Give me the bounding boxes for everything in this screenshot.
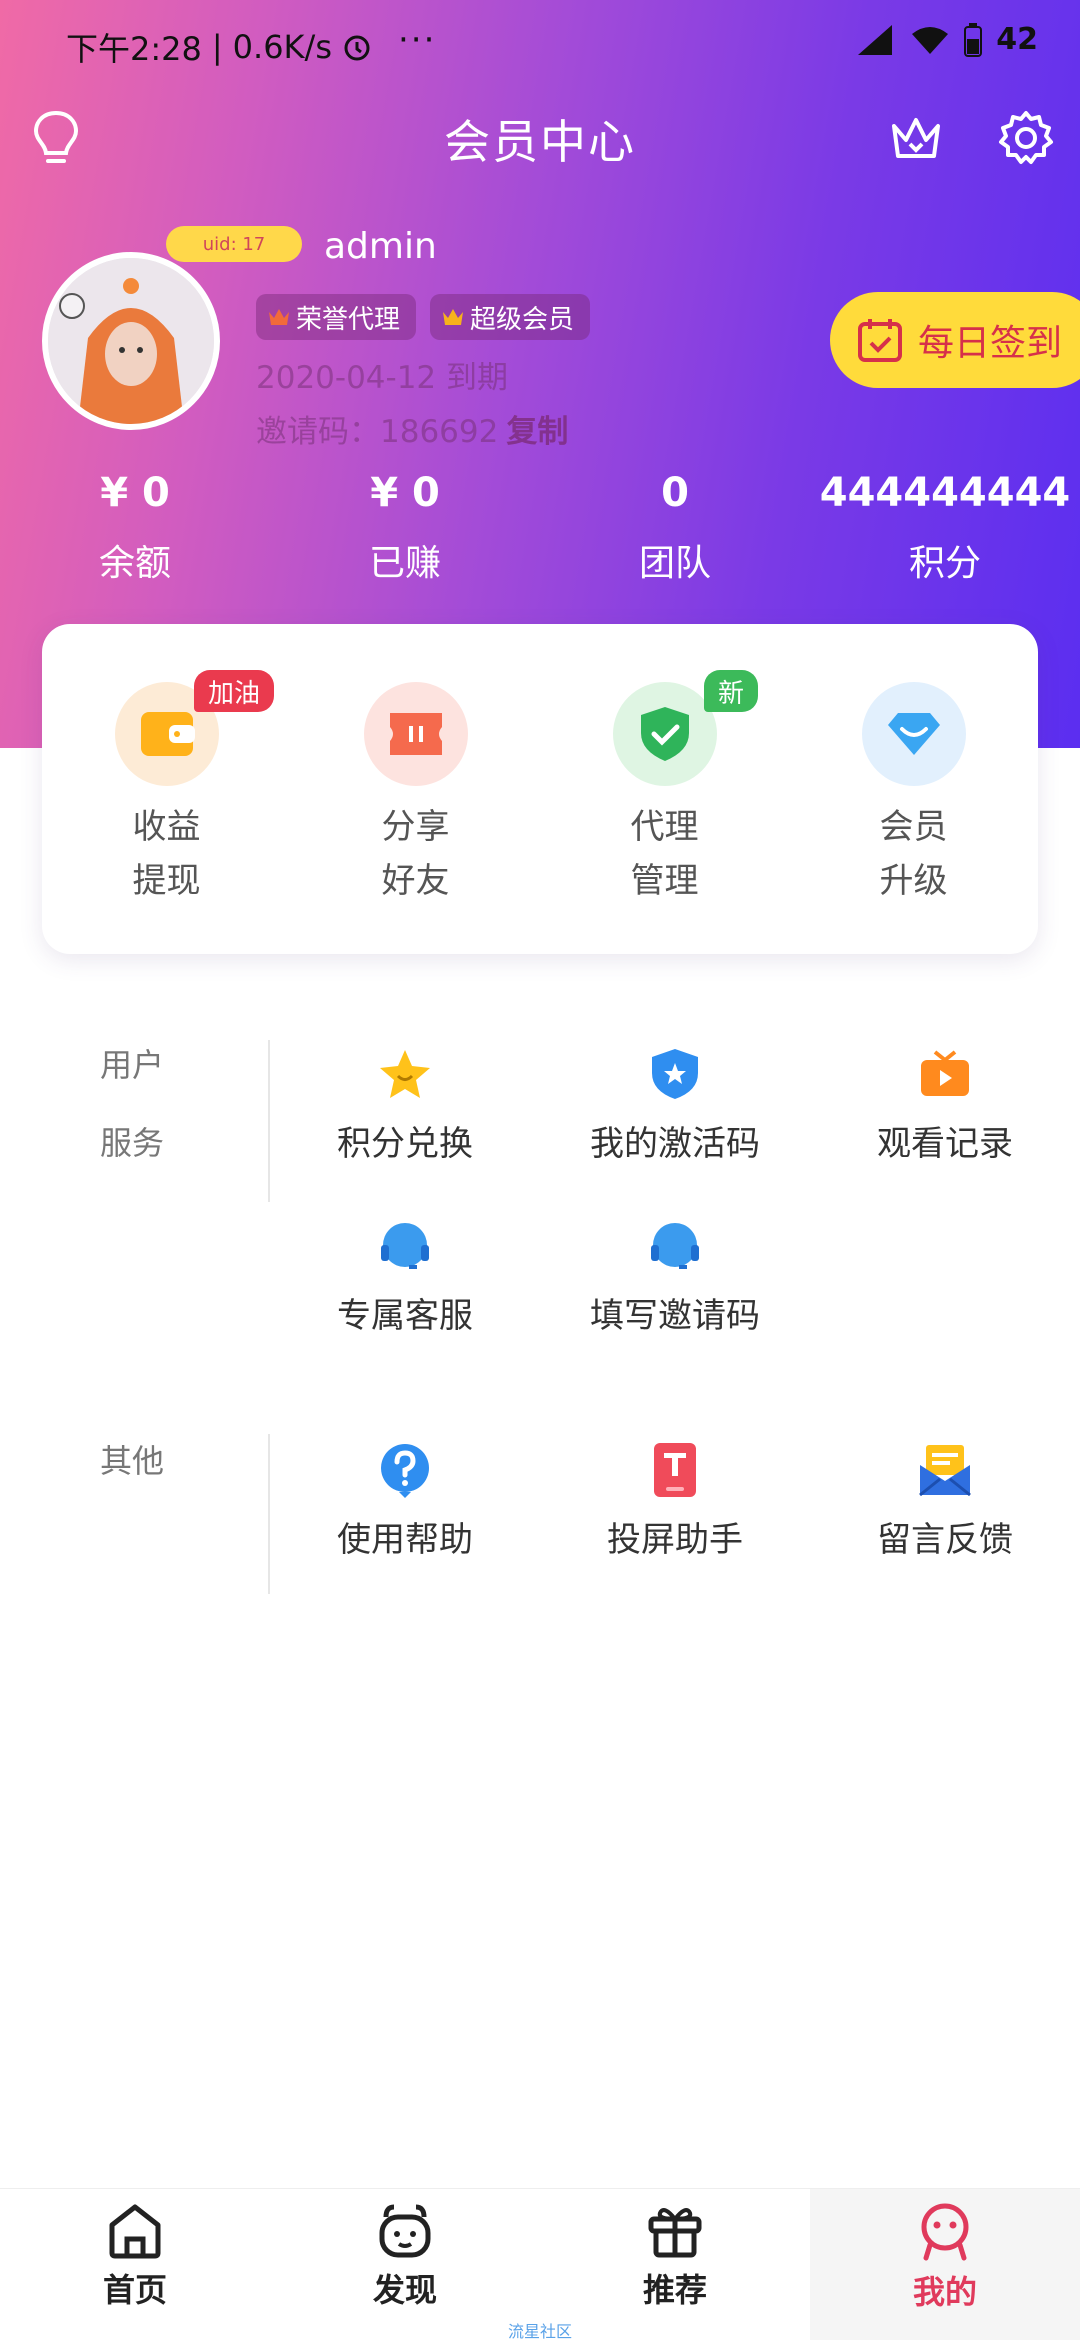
quick-withdraw[interactable]: 收益 提现 加油 bbox=[42, 670, 291, 954]
section-label: 其他 bbox=[100, 1442, 165, 1480]
quick-label: 分享 好友 bbox=[381, 807, 450, 901]
tag-label: 超级会员 bbox=[470, 304, 575, 335]
headset-icon bbox=[647, 1218, 703, 1274]
diamond-icon bbox=[861, 682, 966, 786]
quick-member-upgrade[interactable]: 会员 升级 bbox=[789, 682, 1038, 954]
stat-label: 积分 bbox=[908, 543, 981, 584]
grid-label: 观看记录 bbox=[877, 1124, 1013, 1164]
quick-label: 会员 升级 bbox=[879, 807, 948, 901]
badge-new: 新 bbox=[704, 670, 759, 712]
stat-value: 444444444 bbox=[819, 470, 1071, 516]
crown-small-icon bbox=[443, 309, 464, 325]
other-section: 其他 使用帮助 投屏助手 留言反馈 bbox=[0, 1422, 1080, 1602]
stat-value: ¥ 0 bbox=[100, 470, 170, 516]
cast-icon bbox=[647, 1442, 703, 1498]
nav-label: 首页 bbox=[102, 2271, 167, 2309]
stat-value: ¥ 0 bbox=[370, 470, 440, 516]
grid-label: 积分兑换 bbox=[337, 1124, 473, 1164]
nav-label: 发现 bbox=[372, 2271, 437, 2309]
crown-small-icon bbox=[269, 309, 289, 325]
quick-label: 代理 管理 bbox=[630, 807, 699, 901]
cast-assistant[interactable]: 投屏助手 bbox=[540, 1422, 810, 1594]
help-icon bbox=[377, 1442, 433, 1498]
my-activation-codes[interactable]: 我的激活码 bbox=[540, 1026, 810, 1198]
grid-label: 使用帮助 bbox=[337, 1520, 473, 1560]
stat-earned[interactable]: ¥ 0 已赚 bbox=[270, 470, 540, 586]
quick-agent-manage[interactable]: 代理 管理 新 bbox=[540, 670, 789, 954]
quick-label: 收益 提现 bbox=[132, 807, 201, 901]
tag-honor-agent: 荣誉代理 bbox=[256, 294, 417, 340]
star-icon bbox=[377, 1046, 433, 1102]
status-more-dots: ··· bbox=[398, 20, 437, 60]
footer-note: 流星社区 bbox=[507, 2322, 572, 2340]
status-right: 42 bbox=[856, 22, 1038, 57]
stats-row: ¥ 0 余额 ¥ 0 已赚 0 团队 444444444 积分 bbox=[0, 470, 1080, 586]
badge-cheer: 加油 bbox=[194, 670, 275, 712]
usage-help[interactable]: 使用帮助 bbox=[270, 1422, 540, 1594]
section-label: 用户 服务 bbox=[100, 1046, 165, 1162]
status-left: 下午2:28 | 0.6K/s bbox=[66, 24, 372, 70]
username: admin bbox=[324, 226, 437, 267]
alarm-icon bbox=[344, 35, 370, 61]
dedicated-support[interactable]: 专属客服 bbox=[270, 1198, 540, 1370]
grid-label: 我的激活码 bbox=[590, 1124, 760, 1164]
gift-icon bbox=[648, 2208, 702, 2258]
uid-badge: uid: 17 bbox=[166, 226, 302, 262]
home-icon bbox=[109, 2204, 161, 2259]
profile-face-icon bbox=[921, 2203, 969, 2261]
nav-label: 我的 bbox=[912, 2273, 977, 2311]
stat-balance[interactable]: ¥ 0 余额 bbox=[0, 470, 270, 586]
shield-check-icon bbox=[612, 682, 717, 786]
enter-invite-code[interactable]: 填写邀请码 bbox=[540, 1198, 810, 1370]
stat-value: 0 bbox=[661, 470, 689, 516]
points-exchange[interactable]: 积分兑换 bbox=[270, 1026, 540, 1198]
wifi-icon bbox=[912, 26, 949, 54]
crown-icon[interactable] bbox=[884, 106, 948, 170]
settings-gear-icon[interactable] bbox=[994, 106, 1058, 170]
tag-super-member: 超级会员 bbox=[430, 294, 591, 340]
stat-label: 团队 bbox=[638, 543, 711, 584]
daily-signin-button[interactable]: 每日签到 bbox=[830, 292, 1080, 388]
shield-star-icon bbox=[647, 1046, 703, 1102]
grid-label: 留言反馈 bbox=[877, 1520, 1013, 1560]
battery-icon bbox=[964, 22, 983, 57]
nav-label: 推荐 bbox=[642, 2271, 707, 2309]
tv-play-icon bbox=[917, 1046, 973, 1102]
invite-code: 邀请码：186692 bbox=[256, 414, 499, 450]
discover-icon bbox=[379, 2204, 431, 2258]
headset-icon bbox=[377, 1218, 433, 1274]
invite-code-row: 邀请码：186692 复制 bbox=[256, 406, 568, 451]
status-bar: 下午2:28 | 0.6K/s ··· 42 bbox=[0, 0, 1080, 92]
stat-label: 已赚 bbox=[368, 543, 441, 584]
watch-history[interactable]: 观看记录 bbox=[810, 1026, 1080, 1198]
user-service-grid: 积分兑换 我的激活码 观看记录 专属客服 填写邀请码 bbox=[270, 1026, 1080, 1370]
avatar[interactable] bbox=[42, 252, 220, 430]
top-bar: 会员中心 bbox=[0, 92, 1080, 184]
grid-label: 填写邀请码 bbox=[590, 1296, 760, 1336]
grid-label: 投屏助手 bbox=[607, 1520, 743, 1560]
grid-label: 专属客服 bbox=[337, 1296, 473, 1336]
stat-label: 余额 bbox=[98, 543, 171, 584]
status-time: 下午2:28 bbox=[66, 30, 202, 68]
signin-label: 每日签到 bbox=[918, 323, 1063, 364]
quick-actions-card: 收益 提现 加油 分享 好友 代理 管理 新 会员 升级 bbox=[42, 624, 1038, 954]
membership-expiry: 2020-04-12 到期 bbox=[256, 360, 509, 396]
status-speed: 0.6K/s bbox=[232, 28, 332, 66]
user-service-section: 用户 服务 积分兑换 我的激活码 观看记录 专属客服 填写邀请码 bbox=[0, 1026, 1080, 1376]
battery-level: 42 bbox=[996, 22, 1038, 57]
other-grid: 使用帮助 投屏助手 留言反馈 bbox=[270, 1422, 1080, 1594]
member-tags: 荣誉代理 超级会员 bbox=[256, 294, 591, 340]
mail-feedback-icon bbox=[917, 1442, 973, 1498]
message-feedback[interactable]: 留言反馈 bbox=[810, 1422, 1080, 1594]
stat-team[interactable]: 0 团队 bbox=[540, 470, 810, 586]
calendar-check-icon bbox=[858, 319, 902, 362]
ticket-icon bbox=[363, 682, 468, 786]
quick-share-friends[interactable]: 分享 好友 bbox=[291, 682, 540, 954]
signal-icon bbox=[858, 24, 893, 55]
status-separator: | bbox=[211, 28, 223, 66]
tag-label: 荣誉代理 bbox=[296, 304, 401, 335]
copy-invite-button[interactable]: 复制 bbox=[506, 406, 568, 451]
stat-points[interactable]: 444444444 积分 bbox=[810, 470, 1080, 586]
